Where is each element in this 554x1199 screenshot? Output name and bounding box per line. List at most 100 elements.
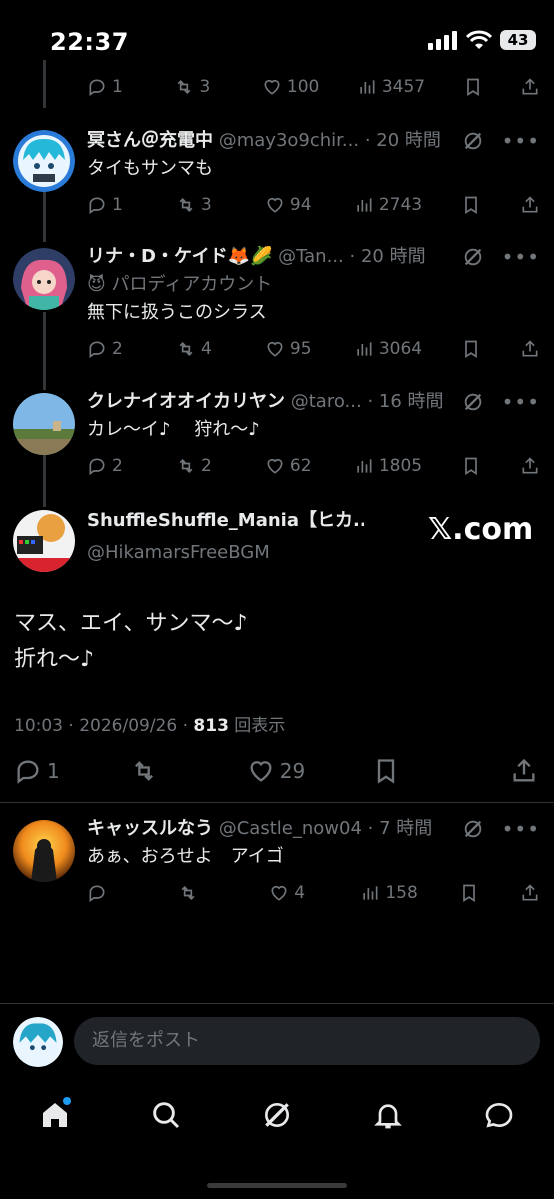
heart-icon (267, 341, 283, 357)
tweet-card[interactable]: クレナイオオイカリヤン @taro... · 16 時間 ••• カレ〜イ♪ 狩… (0, 389, 554, 489)
avatar[interactable] (13, 393, 75, 455)
chart-icon (357, 342, 372, 356)
parody-badge: 😈 パロディアカウント (87, 274, 273, 295)
search-icon (153, 1102, 180, 1129)
share-button[interactable] (520, 339, 540, 359)
divider (0, 802, 554, 803)
bookmark-icon (465, 340, 477, 359)
tab-home[interactable] (35, 1095, 75, 1135)
views-button[interactable]: 1805 (354, 456, 422, 476)
share-button[interactable] (520, 195, 540, 215)
heart-icon (267, 458, 283, 474)
bookmark-button[interactable] (372, 757, 422, 785)
views-button[interactable]: 2743 (354, 195, 422, 215)
reply-icon (89, 458, 105, 476)
avatar[interactable] (13, 820, 75, 882)
grok-icon[interactable] (462, 246, 484, 268)
tweet-card[interactable]: 冥さん＠充電中 @may3o9chir... · 20 時間 ••• タイもサン… (0, 128, 554, 228)
retweet-icon (179, 197, 193, 213)
heart-icon (267, 197, 283, 213)
grok-icon (264, 1103, 289, 1127)
bookmark-icon (463, 884, 475, 903)
avatar[interactable] (13, 510, 75, 572)
like-button[interactable]: 94 (265, 195, 315, 215)
tweet-actions: 1 3 100 3457 (87, 74, 540, 100)
retweet-button[interactable] (130, 757, 180, 785)
tab-search[interactable] (146, 1095, 186, 1135)
share-button[interactable] (520, 77, 540, 97)
grok-icon[interactable] (462, 130, 484, 152)
share-icon (522, 196, 538, 213)
author-handle[interactable]: @HikamarsFreeBGM (87, 540, 364, 566)
x-watermark: 𝕏.com (428, 512, 534, 547)
author-name[interactable]: キャッスルなう (87, 818, 213, 839)
tweet-actions: 4 158 (87, 880, 540, 906)
tweet-card[interactable]: 1 3 100 3457 (0, 74, 554, 104)
bookmark-icon (465, 457, 477, 476)
retweet-button[interactable]: 4 (176, 339, 226, 359)
tab-notifications[interactable] (368, 1095, 408, 1135)
share-button[interactable] (520, 456, 540, 476)
like-button[interactable]: 29 (247, 757, 305, 785)
reply-button[interactable]: 1 (87, 195, 137, 215)
reply-input[interactable]: 返信をポスト (74, 1017, 540, 1065)
retweet-button[interactable]: 3 (176, 195, 226, 215)
reply-tweet-card[interactable]: キャッスルなう @Castle_now04 · 7 時間 ••• あぁ、おろせよ… (0, 816, 554, 916)
reply-button[interactable]: 2 (87, 339, 137, 359)
retweet-icon (135, 761, 154, 781)
more-icon[interactable]: ••• (502, 392, 540, 412)
views-button[interactable]: 3064 (354, 339, 422, 359)
reply-button[interactable]: 1 (87, 77, 137, 97)
like-button[interactable]: 62 (265, 456, 315, 476)
reply-button[interactable] (87, 883, 137, 903)
bookmark-button[interactable] (459, 883, 479, 903)
like-button[interactable]: 100 (262, 77, 319, 97)
avatar[interactable] (13, 130, 75, 192)
retweet-button[interactable] (178, 883, 228, 903)
like-button[interactable]: 4 (269, 883, 319, 903)
chart-icon (357, 198, 372, 212)
author-handle[interactable]: @Castle_now04 (219, 818, 362, 839)
author-handle[interactable]: @may3o9chir... (219, 130, 359, 151)
retweet-button[interactable]: 2 (176, 456, 226, 476)
author-name[interactable]: リナ・D・ケイド🦊🌽 (87, 246, 272, 267)
reply-icon (89, 197, 105, 215)
tweet-time: · 20 時間 (349, 246, 426, 267)
more-icon[interactable]: ••• (502, 247, 540, 267)
heart-icon (250, 761, 272, 782)
tab-messages[interactable] (479, 1095, 519, 1135)
grok-icon[interactable] (462, 391, 484, 413)
bookmark-button[interactable] (461, 339, 481, 359)
user-avatar[interactable] (13, 1017, 63, 1067)
bookmark-button[interactable] (461, 195, 481, 215)
reply-button[interactable]: 1 (14, 757, 64, 785)
bookmark-button[interactable] (463, 77, 483, 97)
author-handle[interactable]: @taro... (291, 391, 362, 412)
reply-icon (89, 885, 105, 903)
author-handle[interactable]: @Tan... (278, 246, 344, 267)
share-button[interactable] (488, 757, 538, 785)
share-button[interactable] (520, 883, 540, 903)
tweet-card[interactable]: リナ・D・ケイド🦊🌽 @Tan... · 20 時間 ••• 😈 パロディアカウ… (0, 244, 554, 364)
grok-icon[interactable] (462, 818, 484, 840)
bookmark-button[interactable] (461, 456, 481, 476)
main-tweet-text: マス、エイ、サンマ〜♪ 折れ〜♪ (14, 611, 248, 672)
views-button[interactable]: 158 (360, 883, 418, 903)
reply-icon (89, 341, 105, 359)
signal-icon (428, 31, 457, 50)
author-name[interactable]: ShuffleShuffle_Mania【ヒカ... (87, 510, 364, 531)
retweet-button[interactable]: 3 (174, 77, 224, 97)
retweet-icon (179, 458, 193, 474)
tab-grok[interactable] (257, 1095, 297, 1135)
views-button[interactable]: 3457 (357, 77, 425, 97)
more-icon[interactable]: ••• (502, 819, 540, 839)
status-bar: 22:37 43 (0, 0, 554, 80)
author-name[interactable]: 冥さん＠充電中 (87, 130, 213, 151)
more-icon[interactable]: ••• (502, 131, 540, 151)
author-name[interactable]: クレナイオオイカリヤン (87, 391, 285, 412)
reply-button[interactable]: 2 (87, 456, 137, 476)
like-button[interactable]: 95 (265, 339, 315, 359)
status-time: 22:37 (50, 28, 129, 56)
avatar[interactable] (13, 248, 75, 310)
reply-composer: 返信をポスト (0, 1003, 554, 1080)
